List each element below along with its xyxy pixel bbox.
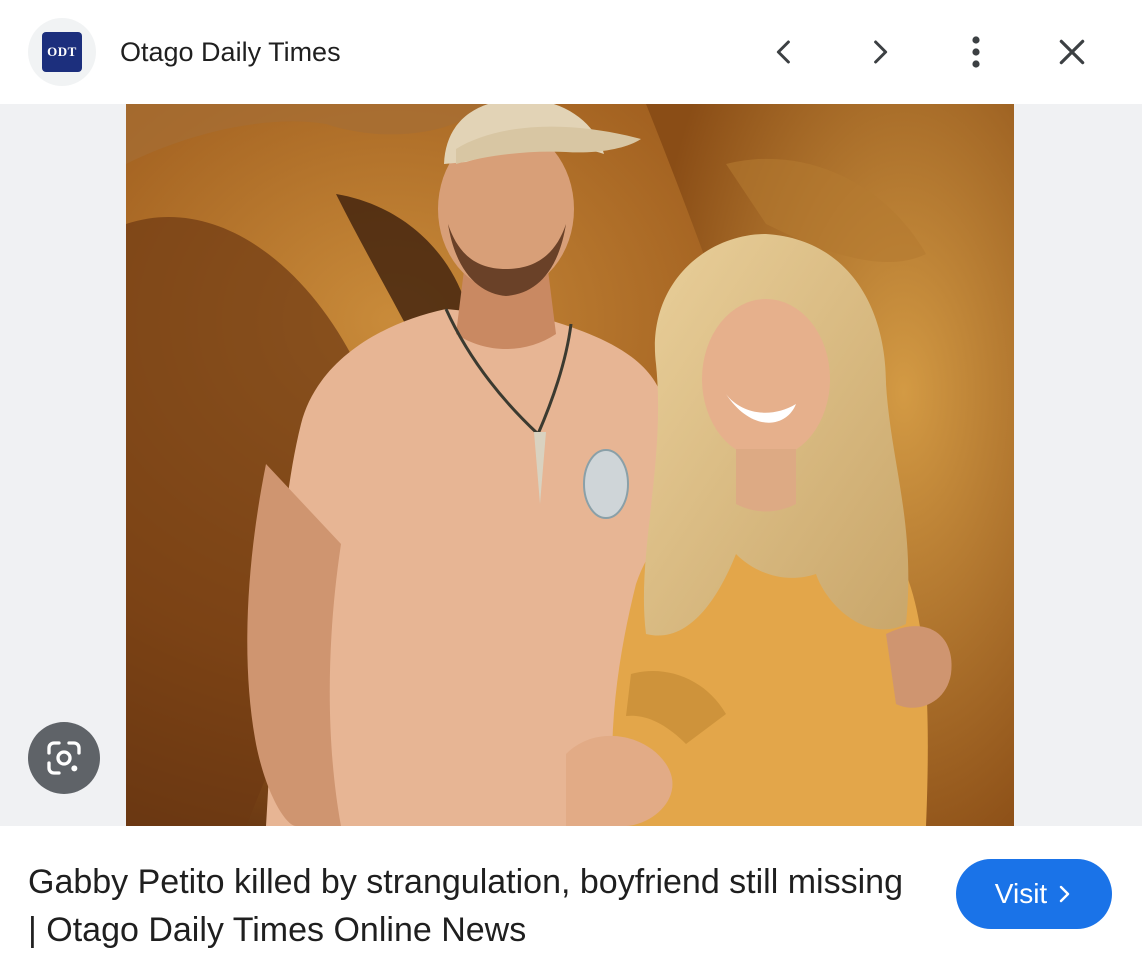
image-preview-area <box>0 104 1142 826</box>
chevron-right-icon <box>874 40 888 64</box>
viewer-header: ODT Otago Daily Times <box>0 0 1142 104</box>
previous-button[interactable] <box>758 26 810 78</box>
more-vert-icon <box>972 36 980 68</box>
site-favicon: ODT <box>28 18 96 86</box>
photo-illustration <box>126 104 1014 826</box>
chevron-right-icon <box>1057 884 1073 904</box>
article-photo[interactable] <box>126 104 1014 826</box>
site-name[interactable]: Otago Daily Times <box>120 34 341 70</box>
more-options-button[interactable] <box>950 26 1002 78</box>
google-lens-button[interactable] <box>28 722 100 794</box>
article-title[interactable]: Gabby Petito killed by strangulation, bo… <box>28 858 908 954</box>
chevron-left-icon <box>776 40 790 64</box>
next-button[interactable] <box>854 26 906 78</box>
result-footer: Gabby Petito killed by strangulation, bo… <box>0 826 1142 962</box>
close-button[interactable] <box>1046 26 1098 78</box>
close-icon <box>1059 39 1085 65</box>
odt-logo: ODT <box>42 32 82 72</box>
visit-label: Visit <box>994 878 1048 909</box>
visit-button[interactable]: Visit <box>956 859 1112 929</box>
google-lens-icon <box>47 741 81 775</box>
